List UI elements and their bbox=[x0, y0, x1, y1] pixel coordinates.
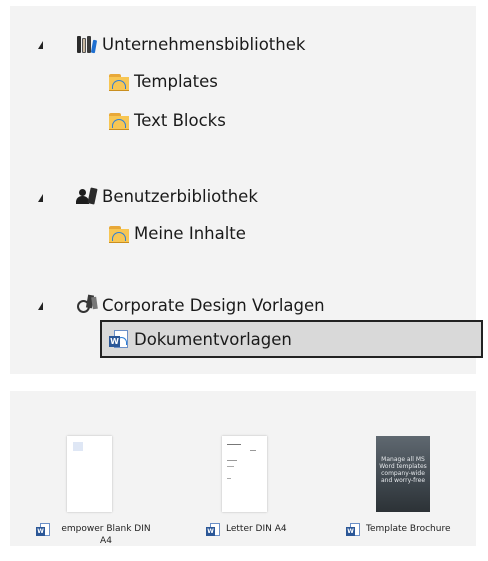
tree-node-label: Templates bbox=[134, 71, 218, 91]
tree-node-text-blocks[interactable]: Text Blocks bbox=[108, 105, 226, 135]
word-cloud-icon: W bbox=[108, 329, 130, 349]
tree-node-unternehmensbibliothek[interactable]: Unternehmensbibliothek bbox=[76, 29, 305, 59]
tree-node-label: Benutzerbibliothek bbox=[102, 186, 258, 206]
tree-node-label: Meine Inhalte bbox=[134, 223, 246, 243]
user-library-icon bbox=[76, 186, 98, 206]
tree-node-label: Unternehmensbibliothek bbox=[102, 34, 306, 54]
cloud-folder-icon bbox=[108, 223, 130, 243]
template-caption: Template Brochure bbox=[366, 524, 451, 534]
library-books-icon bbox=[76, 34, 98, 54]
template-thumbnail-brochure[interactable]: Manage all MS Word templates company-wid… bbox=[376, 436, 430, 512]
text-line bbox=[227, 478, 231, 479]
tree-node-templates[interactable]: Templates bbox=[108, 66, 218, 96]
word-file-icon: W bbox=[346, 523, 360, 537]
corporate-design-icon bbox=[76, 294, 98, 315]
template-thumbnail-letter[interactable] bbox=[222, 436, 267, 512]
expand-arrow-icon[interactable] bbox=[38, 194, 43, 202]
tree-node-label: Text Blocks bbox=[134, 110, 226, 130]
tree-node-dokumentvorlagen[interactable]: W Dokumentvorlagen bbox=[100, 320, 483, 358]
text-line bbox=[227, 444, 241, 445]
expand-arrow-icon[interactable] bbox=[38, 302, 43, 310]
cloud-folder-icon bbox=[108, 71, 130, 91]
tree-node-benutzerbibliothek[interactable]: Benutzerbibliothek bbox=[76, 181, 258, 211]
template-item-letter[interactable]: W Letter DIN A4 bbox=[206, 523, 316, 537]
tree-node-meine-inhalte[interactable]: Meine Inhalte bbox=[108, 218, 246, 248]
tree-node-label: Corporate Design Vorlagen bbox=[102, 295, 325, 315]
text-line bbox=[227, 466, 234, 467]
text-line bbox=[227, 460, 237, 461]
word-file-icon: W bbox=[206, 523, 220, 537]
logo-placeholder bbox=[73, 442, 83, 451]
template-item-brochure[interactable]: W Template Brochure bbox=[346, 523, 476, 537]
template-caption: empower Blank DIN A4 bbox=[61, 524, 151, 546]
template-item-blank[interactable]: W empower Blank DIN A4 bbox=[36, 523, 166, 547]
tree-node-corporate-design-vorlagen[interactable]: Corporate Design Vorlagen bbox=[76, 290, 325, 320]
word-file-icon: W bbox=[36, 523, 50, 537]
template-caption: Letter DIN A4 bbox=[226, 524, 287, 534]
tree-node-label: Dokumentvorlagen bbox=[134, 329, 292, 349]
template-thumbnail-blank[interactable] bbox=[67, 436, 112, 512]
text-line bbox=[250, 450, 256, 451]
brochure-thumb-text: Manage all MS Word templates company-wid… bbox=[379, 456, 427, 484]
cloud-folder-icon bbox=[108, 110, 130, 130]
expand-arrow-icon[interactable] bbox=[38, 41, 43, 49]
